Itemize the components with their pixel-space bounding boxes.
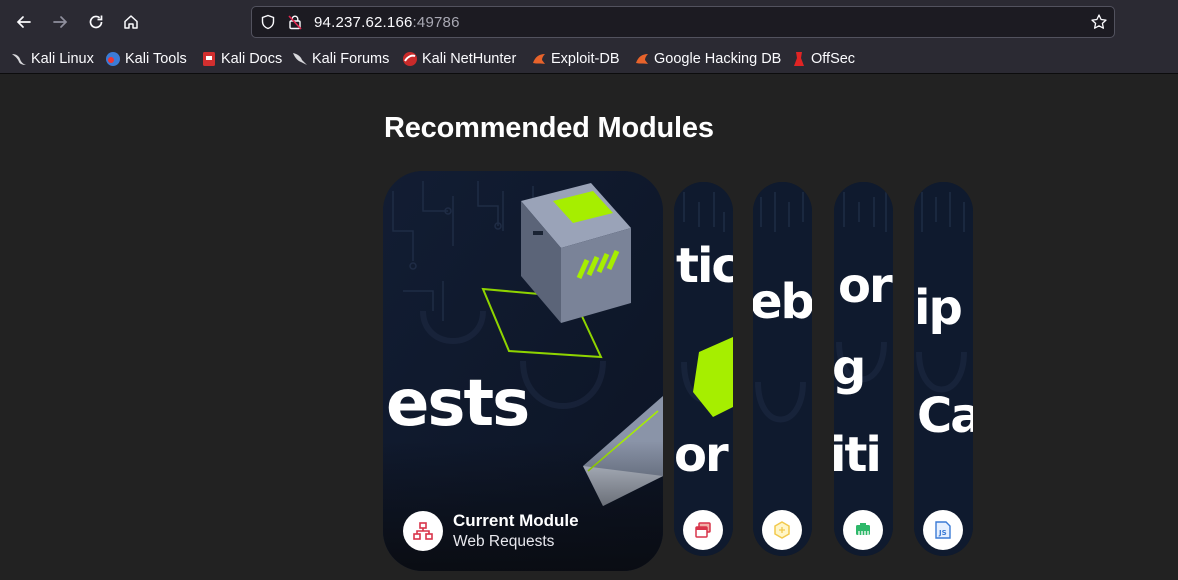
card-art-text-bottom: or (674, 427, 729, 483)
bookmark-label: Google Hacking DB (654, 51, 782, 67)
bookmark-label: Kali Docs (221, 51, 283, 67)
home-button[interactable] (117, 8, 145, 36)
ghdb-icon (636, 54, 648, 64)
forward-arrow-icon (53, 16, 68, 28)
module-caption: Current Module Web Requests (453, 511, 579, 551)
card-art-text: ests (386, 367, 530, 441)
card-art-text-top: ip (914, 280, 963, 336)
url-port: :49786 (412, 14, 460, 31)
bookmark-kali-nethunter[interactable]: Kali NetHunter (402, 49, 516, 69)
card-artwork (753, 182, 812, 556)
kali-docs-icon (203, 52, 215, 66)
network-icon (403, 511, 443, 551)
hexagon-icon (762, 510, 802, 550)
recommended-card[interactable]: ip Ca JS (914, 182, 973, 556)
bookmark-kali-forums[interactable]: Kali Forums (292, 49, 389, 69)
url-text[interactable]: 94.237.62.166:49786 (314, 14, 460, 31)
bookmark-label: Kali Linux (31, 51, 94, 67)
reload-button[interactable] (82, 8, 110, 36)
bookmark-label: Exploit-DB (551, 51, 620, 67)
home-icon (124, 15, 138, 29)
bookmark-offsec[interactable]: OffSec (791, 49, 855, 69)
back-button[interactable] (10, 8, 38, 36)
bookmark-kali-tools[interactable]: Kali Tools (105, 49, 187, 69)
card-art-text-bottom: Ca (917, 388, 973, 444)
card-art-text-bottom: iti (834, 427, 882, 483)
bookmarks-bar: Kali Linux Kali Tools Kali Docs Kali For… (0, 44, 1178, 74)
bookmark-label: OffSec (811, 51, 856, 67)
recommended-card[interactable]: tic or (674, 182, 733, 556)
bookmark-label: Kali Forums (312, 51, 390, 67)
address-bar[interactable]: 94.237.62.166:49786 (251, 6, 1115, 38)
recommended-card[interactable]: eb (753, 182, 812, 556)
card-artwork (914, 182, 973, 556)
current-module-card[interactable]: ests Current Module Web Requests (383, 171, 663, 571)
url-host: 94.237.62.166 (314, 14, 413, 31)
card-art-text-top: tic (676, 238, 733, 294)
kali-forums-icon (293, 53, 307, 65)
bookmark-star-icon[interactable] (1090, 13, 1108, 31)
back-arrow-icon (16, 16, 31, 28)
js-icon: JS (923, 510, 963, 550)
forward-button[interactable] (46, 8, 74, 36)
insecure-lock-icon[interactable] (287, 14, 303, 30)
kali-tools-icon (106, 52, 120, 66)
page-title: Recommended Modules (384, 112, 714, 144)
reload-icon (89, 15, 103, 29)
card-art-text-middle: g (834, 340, 866, 396)
svg-text:JS: JS (938, 529, 947, 537)
current-module-name: Web Requests (453, 533, 555, 550)
card-art-text-top: or (838, 258, 893, 314)
card-art-text-top: eb (753, 274, 812, 330)
bookmark-kali-docs[interactable]: Kali Docs (201, 49, 282, 69)
bookmark-kali-linux[interactable]: Kali Linux (11, 49, 94, 69)
ethernet-icon (843, 510, 883, 550)
exploit-db-icon (533, 54, 545, 64)
windows-icon (683, 510, 723, 550)
shield-icon[interactable] (260, 14, 276, 30)
recommended-card[interactable]: or g iti (834, 182, 893, 556)
offsec-icon (794, 52, 804, 66)
nethunter-icon (403, 52, 417, 66)
bookmark-exploit-db[interactable]: Exploit-DB (531, 49, 620, 69)
kali-dragon-icon (12, 54, 26, 65)
bookmark-google-hacking-db[interactable]: Google Hacking DB (634, 49, 781, 69)
bookmark-label: Kali Tools (125, 51, 187, 67)
browser-toolbar: 94.237.62.166:49786 (0, 0, 1178, 44)
current-module-heading: Current Module (453, 511, 579, 530)
bookmark-label: Kali NetHunter (422, 51, 517, 67)
card-fade (383, 441, 663, 571)
